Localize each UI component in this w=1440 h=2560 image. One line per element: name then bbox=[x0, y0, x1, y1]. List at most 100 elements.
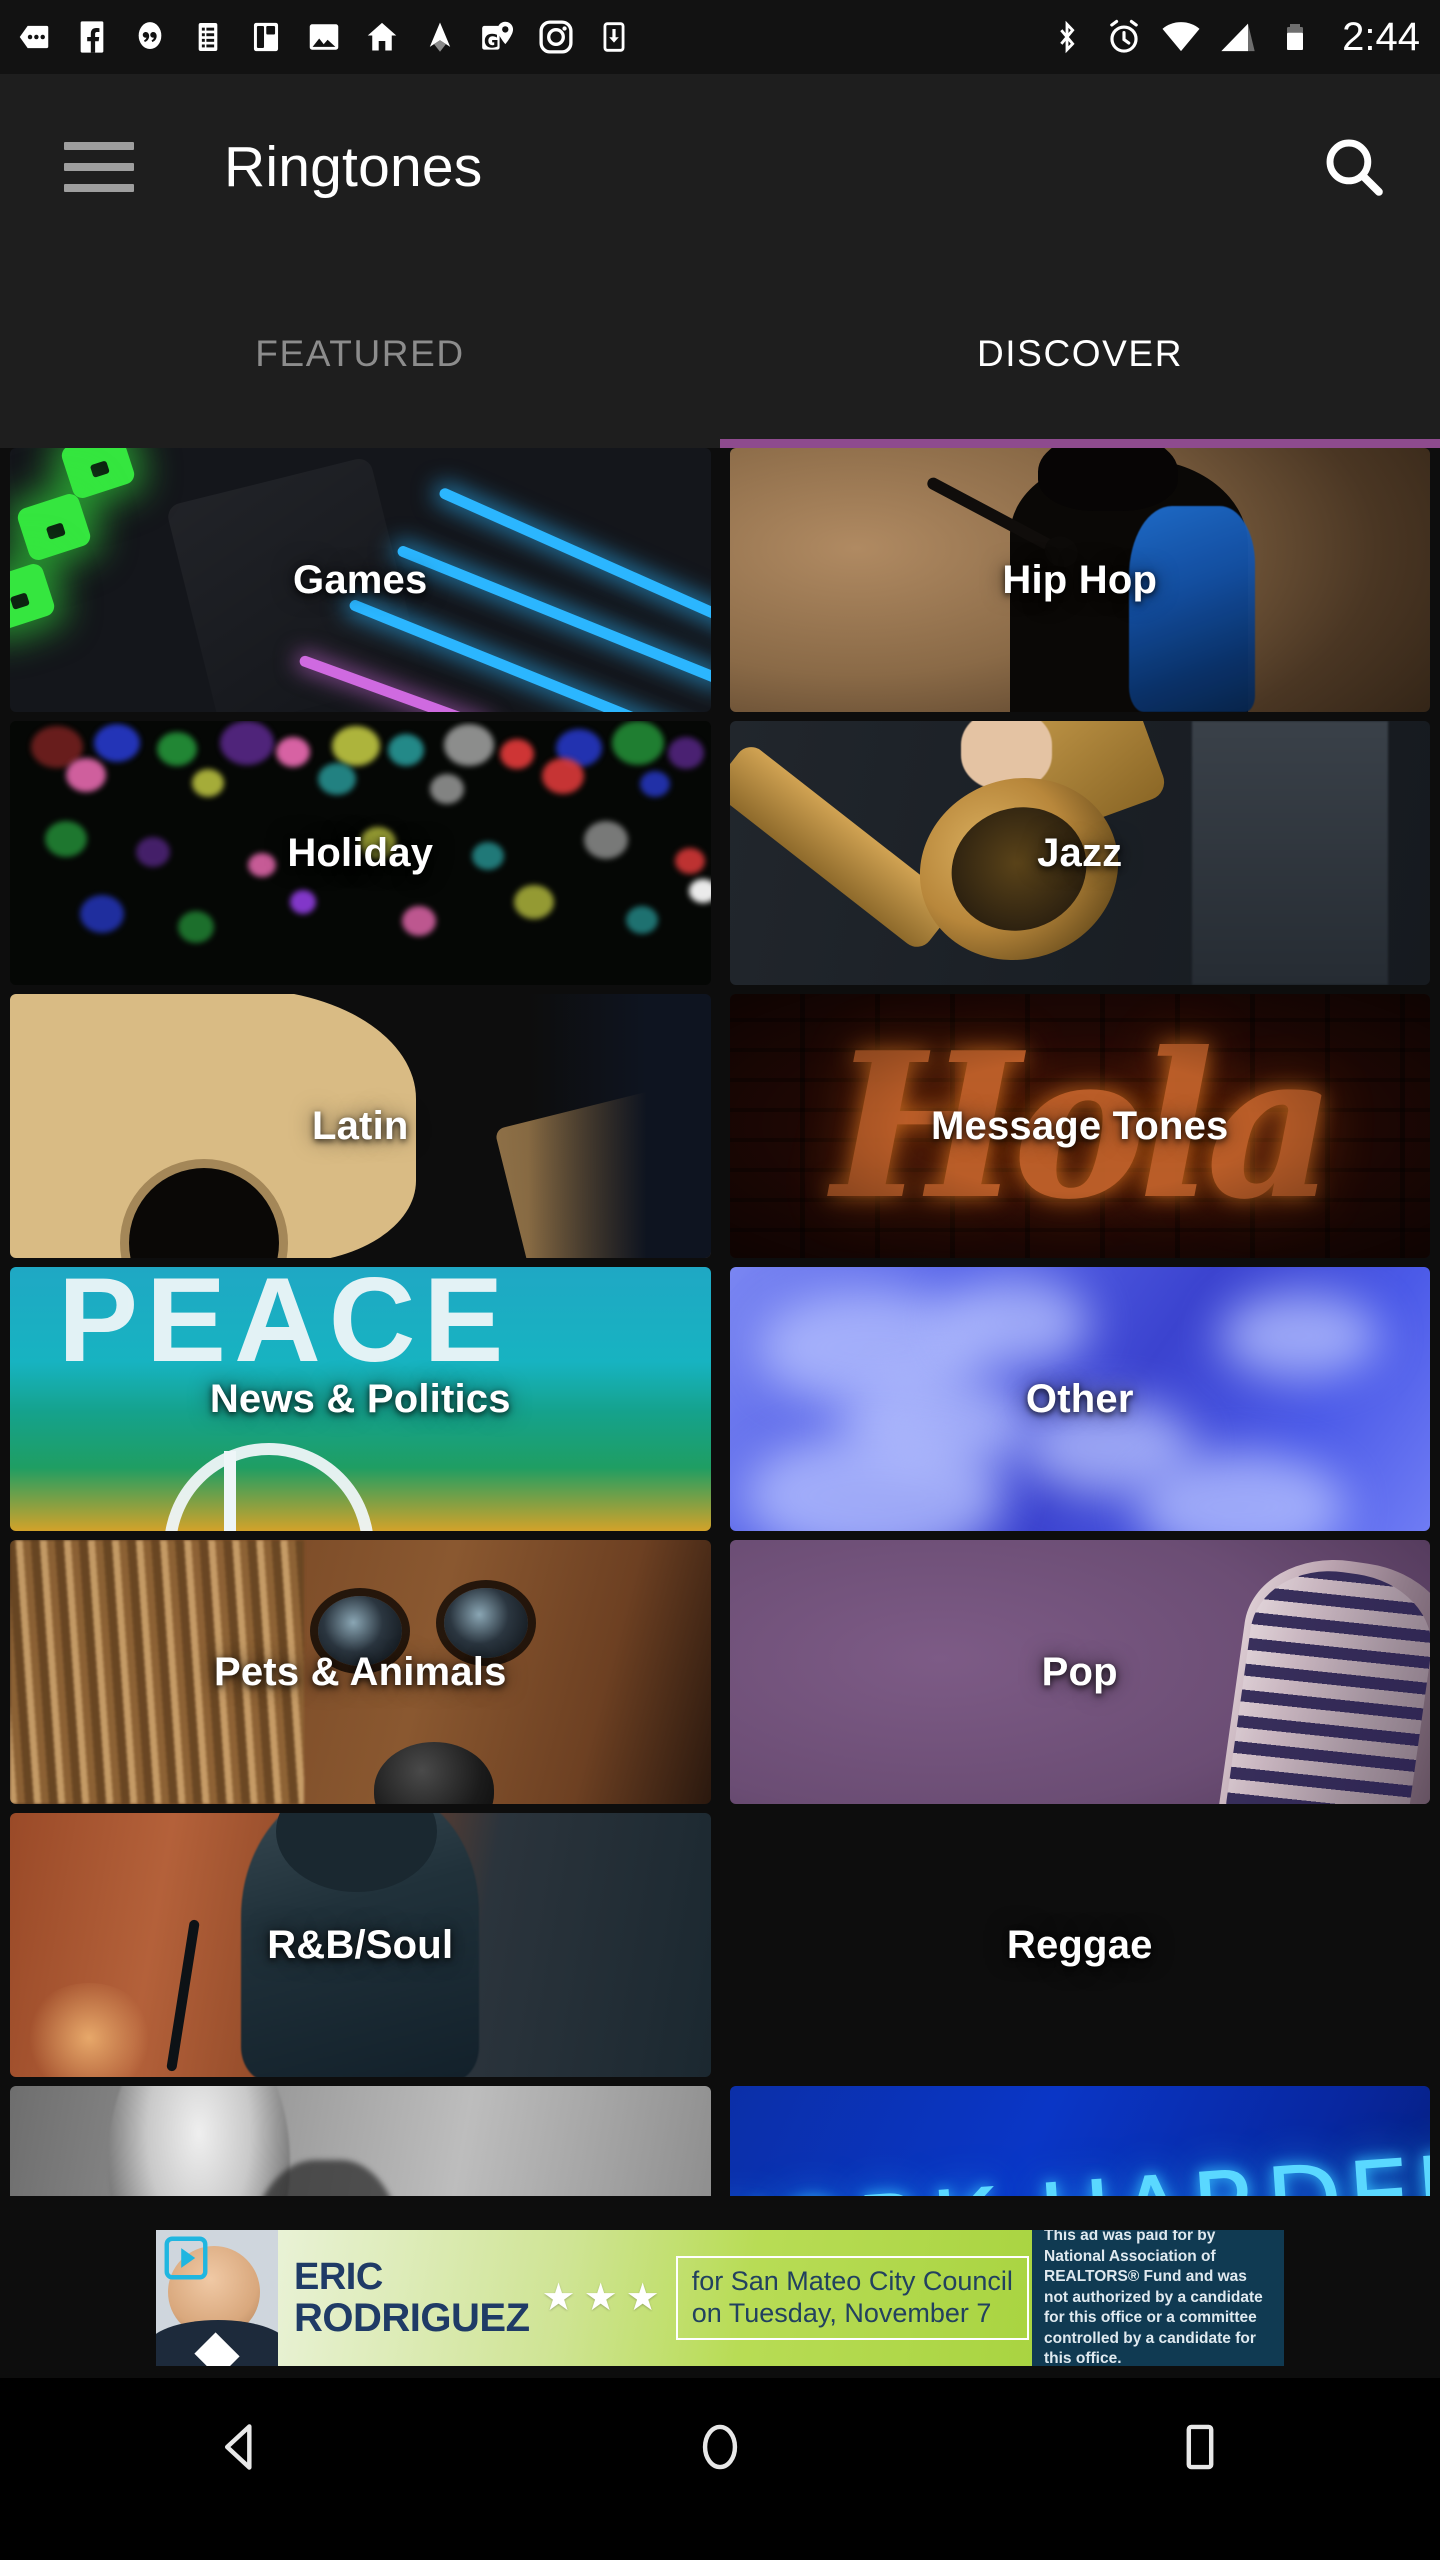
download-icon bbox=[594, 16, 634, 58]
peace-flag-text: PEACE bbox=[58, 1267, 512, 1387]
bokeh-light bbox=[612, 721, 665, 765]
ad-creative[interactable]: ERIC RODRIGUEZ ★ ★ ★ for San Mateo City … bbox=[156, 2230, 1284, 2366]
category-tile-message-tones[interactable]: Hola Message Tones bbox=[729, 994, 1430, 1258]
nav-arrow-icon bbox=[420, 16, 460, 58]
star-icon: ★ bbox=[625, 2277, 660, 2319]
category-tile-partial-left[interactable] bbox=[10, 2086, 711, 2196]
category-tile-latin[interactable]: Latin bbox=[10, 994, 711, 1258]
tab-bar: FEATURED DISCOVER bbox=[0, 260, 1440, 448]
cloud-shape bbox=[1219, 1293, 1380, 1380]
category-label: Hip Hop bbox=[1002, 557, 1158, 602]
instagram-icon bbox=[536, 16, 576, 58]
cell-signal-icon bbox=[1218, 16, 1258, 58]
bokeh-light bbox=[66, 757, 107, 792]
work-harder-neon-text: WORK HARDER bbox=[730, 2086, 1431, 2196]
category-label: News & Politics bbox=[209, 1376, 511, 1421]
bokeh-light bbox=[500, 739, 535, 770]
category-tile-pop[interactable]: Pop bbox=[729, 1540, 1430, 1804]
menu-line bbox=[64, 142, 134, 150]
bokeh-light bbox=[640, 771, 671, 798]
grid-row: PEACE News & Politics Other bbox=[10, 1267, 1430, 1531]
bokeh-light bbox=[542, 757, 585, 794]
bokeh-light bbox=[514, 884, 555, 919]
bokeh-light bbox=[220, 721, 275, 765]
bokeh-light bbox=[290, 889, 317, 914]
bokeh-light bbox=[94, 723, 141, 762]
tab-active-indicator bbox=[720, 439, 1440, 448]
bokeh-light bbox=[80, 895, 125, 934]
svg-text:G: G bbox=[484, 31, 499, 52]
candidate-name: ERIC RODRIGUEZ bbox=[294, 2258, 530, 2338]
ad-cta-line-2: on Tuesday, November 7 bbox=[691, 2298, 992, 2328]
candidate-last-name: RODRIGUEZ bbox=[294, 2296, 530, 2340]
menu-line bbox=[64, 184, 134, 192]
category-tile-partial-right[interactable]: WORK HARDER bbox=[729, 2086, 1431, 2196]
back-triangle-icon[interactable] bbox=[0, 2378, 480, 2515]
category-tile-jazz[interactable]: Jazz bbox=[729, 721, 1430, 985]
rock-artwork bbox=[10, 2086, 711, 2196]
grid-row: R&B/Soul Reggae bbox=[10, 1813, 1430, 2077]
alarm-icon bbox=[1104, 16, 1144, 58]
category-label: Pop bbox=[1041, 1649, 1118, 1694]
photos-icon bbox=[304, 16, 344, 58]
bokeh-light bbox=[444, 723, 495, 766]
category-label: Games bbox=[293, 557, 428, 602]
hamburger-menu-icon[interactable] bbox=[64, 132, 134, 202]
grid-row: Games Hip Hop bbox=[10, 448, 1430, 712]
ad-call-to-action: for San Mateo City Council on Tuesday, N… bbox=[675, 2256, 1029, 2340]
category-label: R&B/Soul bbox=[267, 1922, 454, 1967]
category-label: Reggae bbox=[1006, 1922, 1153, 1967]
category-tile-news-politics[interactable]: PEACE News & Politics bbox=[10, 1267, 711, 1531]
wifi-icon bbox=[1161, 16, 1201, 58]
category-label: Latin bbox=[311, 1103, 409, 1148]
status-bar-clock: 2:44 bbox=[1342, 14, 1420, 59]
bokeh-light bbox=[430, 773, 465, 804]
category-label: Holiday bbox=[287, 830, 434, 875]
bokeh-light bbox=[136, 837, 171, 868]
quote-bubble-icon bbox=[130, 16, 170, 58]
category-label: Pets & Animals bbox=[213, 1649, 507, 1694]
tab-featured[interactable]: FEATURED bbox=[0, 260, 720, 448]
ad-banner: ERIC RODRIGUEZ ★ ★ ★ for San Mateo City … bbox=[0, 2218, 1440, 2378]
grid-row-partial: WORK HARDER bbox=[10, 2086, 1430, 2196]
tab-discover-label: DISCOVER bbox=[976, 333, 1184, 374]
tab-featured-label: FEATURED bbox=[255, 333, 465, 374]
category-tile-other[interactable]: Other bbox=[729, 1267, 1430, 1531]
grid-row: Pets & Animals Pop bbox=[10, 1540, 1430, 1804]
ad-stars: ★ ★ ★ bbox=[542, 2279, 660, 2317]
system-navigation-bar bbox=[0, 2378, 1440, 2515]
bluetooth-icon bbox=[1047, 16, 1087, 58]
category-tile-hip-hop[interactable]: Hip Hop bbox=[729, 448, 1430, 712]
battery-icon bbox=[1275, 16, 1315, 58]
cloud-shape bbox=[939, 1277, 1090, 1368]
facebook-icon bbox=[72, 16, 112, 58]
status-bar-notification-icons: G bbox=[14, 16, 1047, 58]
recents-square-icon[interactable] bbox=[960, 2378, 1440, 2515]
ad-disclaimer: This ad was paid for by National Associa… bbox=[1032, 2230, 1284, 2366]
search-icon[interactable] bbox=[1312, 125, 1396, 209]
bokeh-light bbox=[472, 842, 505, 871]
grid-row: Holiday Jazz bbox=[10, 721, 1430, 985]
bokeh-light bbox=[248, 853, 277, 877]
home-circle-icon[interactable] bbox=[480, 2378, 960, 2515]
bokeh-light bbox=[192, 768, 225, 797]
category-label: Other bbox=[1025, 1376, 1134, 1421]
bokeh-light bbox=[276, 736, 311, 767]
bokeh-light bbox=[318, 763, 357, 796]
maps-icon: G bbox=[478, 16, 518, 58]
category-tile-games[interactable]: Games bbox=[10, 448, 711, 712]
category-tile-pets-animals[interactable]: Pets & Animals bbox=[10, 1540, 711, 1804]
status-bar-system-icons: 2:44 bbox=[1047, 15, 1420, 60]
category-tile-holiday[interactable]: Holiday bbox=[10, 721, 711, 985]
candidate-first-name: ERIC bbox=[294, 2256, 383, 2298]
bokeh-light bbox=[675, 847, 706, 874]
bokeh-light bbox=[668, 736, 705, 769]
work-harder-artwork: WORK HARDER bbox=[729, 2086, 1431, 2196]
category-grid[interactable]: Games Hip Hop Holiday Jazz Latin Message… bbox=[0, 448, 1440, 2218]
bokeh-light bbox=[178, 911, 215, 944]
status-bar: G 2:44 bbox=[0, 0, 1440, 74]
tab-discover[interactable]: DISCOVER bbox=[720, 260, 1440, 448]
category-tile-reggae[interactable]: Reggae bbox=[730, 1813, 1431, 2077]
grid-row: Latin Hola Message Tones bbox=[10, 994, 1430, 1258]
category-tile-rnb-soul[interactable]: R&B/Soul bbox=[10, 1813, 711, 2077]
